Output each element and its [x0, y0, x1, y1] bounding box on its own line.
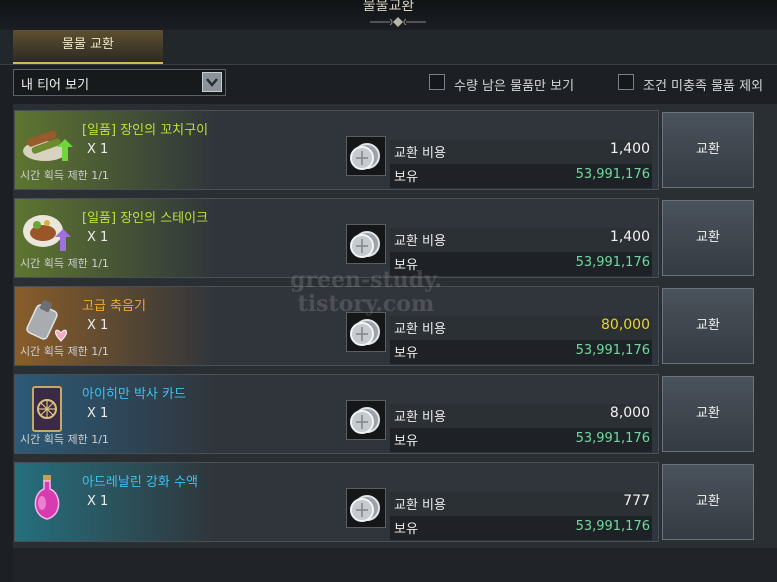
cost-value: 777 — [623, 493, 650, 509]
owned-value: 53,991,176 — [575, 519, 650, 534]
cost-label: 교환 비용 — [394, 234, 446, 249]
item-limit: 시간 획득 제한 1/1 — [20, 169, 109, 182]
window-title: 물물교환 — [362, 0, 415, 14]
item-limit: 시간 획득 제한 1/1 — [20, 257, 109, 270]
owned-label: 보유 — [394, 170, 418, 185]
silver-coin-icon — [346, 136, 386, 176]
cost-box: 교환 비용 80,000 보유 53,991,176 — [390, 316, 652, 364]
item-quantity: X 1 — [87, 142, 109, 157]
item-quantity: X 1 — [87, 230, 109, 245]
cost-value: 1,400 — [609, 141, 650, 157]
watermark-line-1: green-study. — [290, 267, 442, 293]
list-item: [일품] 장인의 스테이크 X 1 시간 획득 제한 1/1 교환 비용 1,4… — [13, 192, 777, 278]
exchange-button[interactable]: 교환 — [662, 376, 754, 452]
tab-bar: 물물 교환 — [0, 30, 777, 65]
silver-coin-icon — [346, 488, 386, 528]
owned-label: 보유 — [394, 434, 418, 449]
silver-coin-icon — [346, 224, 386, 264]
watermark-line-2: tistory.com — [297, 291, 435, 317]
exchange-button[interactable]: 교환 — [662, 464, 754, 540]
exclude-unmet-checkbox[interactable] — [618, 74, 634, 90]
dropdown-value: 내 티어 보기 — [21, 78, 90, 93]
cost-label: 교환 비용 — [394, 322, 446, 337]
cost-box: 교환 비용 777 보유 53,991,176 — [390, 492, 652, 540]
exchange-button[interactable]: 교환 — [662, 200, 754, 276]
owned-value: 53,991,176 — [575, 167, 650, 182]
item-name: [일품] 장인의 스테이크 — [82, 211, 209, 226]
phonograph-icon — [26, 300, 67, 342]
tab-barter[interactable]: 물물 교환 — [13, 30, 163, 64]
cost-box: 교환 비용 1,400 보유 53,991,176 — [390, 140, 652, 188]
item-quantity: X 1 — [87, 318, 109, 333]
list-item: [일품] 장인의 꼬치구이 X 1 시간 획득 제한 1/1 교환 비용 1,4… — [13, 104, 777, 190]
silver-coin-icon — [346, 312, 386, 352]
owned-value: 53,991,176 — [575, 255, 650, 270]
owned-label: 보유 — [394, 346, 418, 361]
cost-label: 교환 비용 — [394, 410, 446, 425]
steak-food-icon — [23, 215, 71, 251]
cost-box: 교환 비용 8,000 보유 53,991,176 — [390, 404, 652, 452]
cost-label: 교환 비용 — [394, 498, 446, 513]
silver-coin-icon — [346, 400, 386, 440]
owned-value: 53,991,176 — [575, 431, 650, 446]
remaining-only-label: 수량 남은 물품만 보기 — [454, 79, 575, 94]
item-quantity: X 1 — [87, 494, 109, 509]
cost-label: 교환 비용 — [394, 146, 446, 161]
list-item: 아이히만 박사 카드 X 1 시간 획득 제한 1/1 교환 비용 8,000 … — [13, 368, 777, 454]
exchange-button[interactable]: 교환 — [662, 288, 754, 364]
card-icon — [32, 386, 62, 432]
title-bar: 물물교환 — [0, 0, 777, 30]
item-name: 고급 축음기 — [82, 299, 146, 314]
exchange-button[interactable]: 교환 — [662, 112, 754, 188]
item-name: 아이히만 박사 카드 — [82, 387, 186, 402]
bottom-area — [13, 548, 777, 582]
cost-value: 8,000 — [609, 405, 650, 421]
item-list: [일품] 장인의 꼬치구이 X 1 시간 획득 제한 1/1 교환 비용 1,4… — [13, 104, 777, 582]
tier-dropdown[interactable]: 내 티어 보기 — [13, 69, 226, 96]
item-quantity: X 1 — [87, 406, 109, 421]
item-name: 아드레날린 강화 수액 — [82, 475, 198, 490]
item-name: [일품] 장인의 꼬치구이 — [82, 123, 209, 138]
cost-value: 1,400 — [609, 229, 650, 245]
title-ornament-icon — [370, 17, 426, 27]
dropdown-toggle-button[interactable] — [202, 72, 222, 92]
owned-label: 보유 — [394, 522, 418, 537]
item-limit: 시간 획득 제한 1/1 — [20, 345, 109, 358]
item-limit: 시간 획득 제한 1/1 — [20, 433, 109, 446]
list-item: 아드레날린 강화 수액 X 1 교환 비용 777 보유 53,991,176 … — [13, 456, 777, 542]
remaining-only-checkbox[interactable] — [429, 74, 445, 90]
chevron-down-icon — [206, 78, 218, 87]
skewer-food-icon — [23, 130, 73, 161]
watermark: green-study. tistory.com — [290, 268, 442, 316]
cost-value: 80,000 — [601, 317, 650, 333]
exclude-unmet-label: 조건 미충족 물품 제외 — [643, 79, 764, 94]
potion-flask-icon — [34, 475, 60, 520]
owned-value: 53,991,176 — [575, 343, 650, 358]
